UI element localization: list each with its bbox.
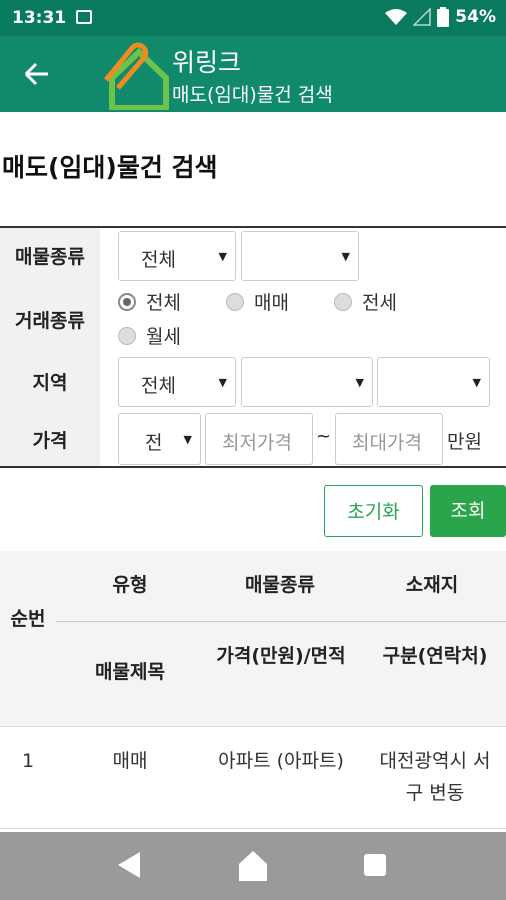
header-location: 소재지 <box>405 574 459 596</box>
radio-selected-icon <box>118 292 136 311</box>
dropdown-arrow-icon: ▼ <box>355 376 364 389</box>
header-title: 매물제목 <box>95 661 165 683</box>
app-bar: 위링크 매도(임대)물건 검색 <box>0 36 506 112</box>
header-property-type: 매물종류 <box>245 574 315 596</box>
search-form: 매물종류 거래종류 지역 가격 전체 ▼ ▼ 전체 매매 전세 월세 전체 ▼ … <box>0 226 506 468</box>
dropdown-arrow-icon: ▼ <box>472 376 481 389</box>
header-no: 순번 <box>10 608 46 630</box>
status-time: 13:31 <box>12 8 67 28</box>
radio-unselected-icon <box>226 292 244 311</box>
radio-label: 전세 <box>362 292 397 314</box>
system-nav-bar <box>0 832 506 900</box>
deal-type-label: 거래종류 <box>15 310 85 332</box>
max-price-input[interactable]: 최대가격 <box>335 413 443 465</box>
app-subtitle: 매도(임대)물건 검색 <box>172 84 333 106</box>
deal-type-radio-jeonse[interactable]: 전세 <box>334 288 397 315</box>
deal-type-radio-monthly[interactable]: 월세 <box>118 322 181 349</box>
dropdown-arrow-icon: ▼ <box>218 250 227 263</box>
deal-type-radio-all[interactable]: 전체 <box>118 288 181 315</box>
radio-label: 월세 <box>146 326 181 348</box>
region-dong-select[interactable]: ▼ <box>377 357 490 407</box>
back-arrow-icon[interactable] <box>22 56 58 92</box>
property-subtype-select[interactable]: ▼ <box>241 231 359 281</box>
deal-type-radio-sale[interactable]: 매매 <box>226 288 289 315</box>
price-type-select-value: 전 <box>145 432 163 454</box>
app-title: 위링크 <box>172 48 242 77</box>
dropdown-arrow-icon: ▼ <box>218 376 227 389</box>
row-location[interactable]: 대전광역시 서구 변동 <box>376 745 494 809</box>
row-type[interactable]: 매매 <box>70 745 190 777</box>
min-price-placeholder: 최저가격 <box>222 432 292 454</box>
dropdown-arrow-icon: ▼ <box>341 250 350 263</box>
max-price-placeholder: 최대가격 <box>352 432 422 454</box>
radio-label: 전체 <box>146 292 181 314</box>
region-city-select[interactable]: 전체 ▼ <box>118 357 236 407</box>
property-type-select[interactable]: 전체 ▼ <box>118 231 236 281</box>
nav-recent-apps-icon[interactable] <box>364 854 386 876</box>
price-type-select[interactable]: 전 ▼ <box>118 413 201 465</box>
region-district-select[interactable]: ▼ <box>241 357 373 407</box>
property-type-label: 매물종류 <box>15 246 85 268</box>
results-table-header: 순번 유형 매물종류 소재지 매물제목 가격(만원)/면적 구분(연락처) <box>0 551 506 727</box>
search-button[interactable]: 조회 <box>430 485 506 537</box>
row-property-type[interactable]: 아파트 (아파트) <box>215 745 347 777</box>
radio-unselected-icon <box>118 326 136 345</box>
nav-home-icon[interactable] <box>238 850 268 882</box>
wifi-icon <box>385 9 408 25</box>
price-unit: 만원 <box>447 431 482 453</box>
header-divider <box>56 621 506 622</box>
status-right: 54% <box>385 7 496 27</box>
header-price-area: 가격(만원)/면적 <box>216 645 346 667</box>
header-type: 유형 <box>112 574 148 596</box>
dropdown-arrow-icon: ▼ <box>183 433 192 446</box>
signal-icon <box>413 8 432 26</box>
header-category-contact: 구분(연락처) <box>382 645 488 667</box>
radio-unselected-icon <box>334 292 352 311</box>
reset-button[interactable]: 초기화 <box>324 485 423 537</box>
price-range-separator: ~ <box>316 426 332 447</box>
price-label: 가격 <box>32 430 68 452</box>
region-city-select-value: 전체 <box>141 375 176 397</box>
row-no: 1 <box>21 750 35 772</box>
radio-label: 매매 <box>254 292 289 314</box>
nav-back-icon[interactable] <box>118 852 140 878</box>
battery-percent: 54% <box>455 7 496 27</box>
image-notification-icon <box>76 10 92 24</box>
battery-icon <box>437 7 450 27</box>
property-type-select-value: 전체 <box>141 249 176 271</box>
row-divider <box>0 828 506 829</box>
app-logo-icon <box>104 42 169 110</box>
page-title: 매도(임대)물건 검색 <box>2 153 218 182</box>
min-price-input[interactable]: 최저가격 <box>205 413 313 465</box>
status-bar: 13:31 54% <box>0 0 506 36</box>
region-label: 지역 <box>32 372 68 394</box>
